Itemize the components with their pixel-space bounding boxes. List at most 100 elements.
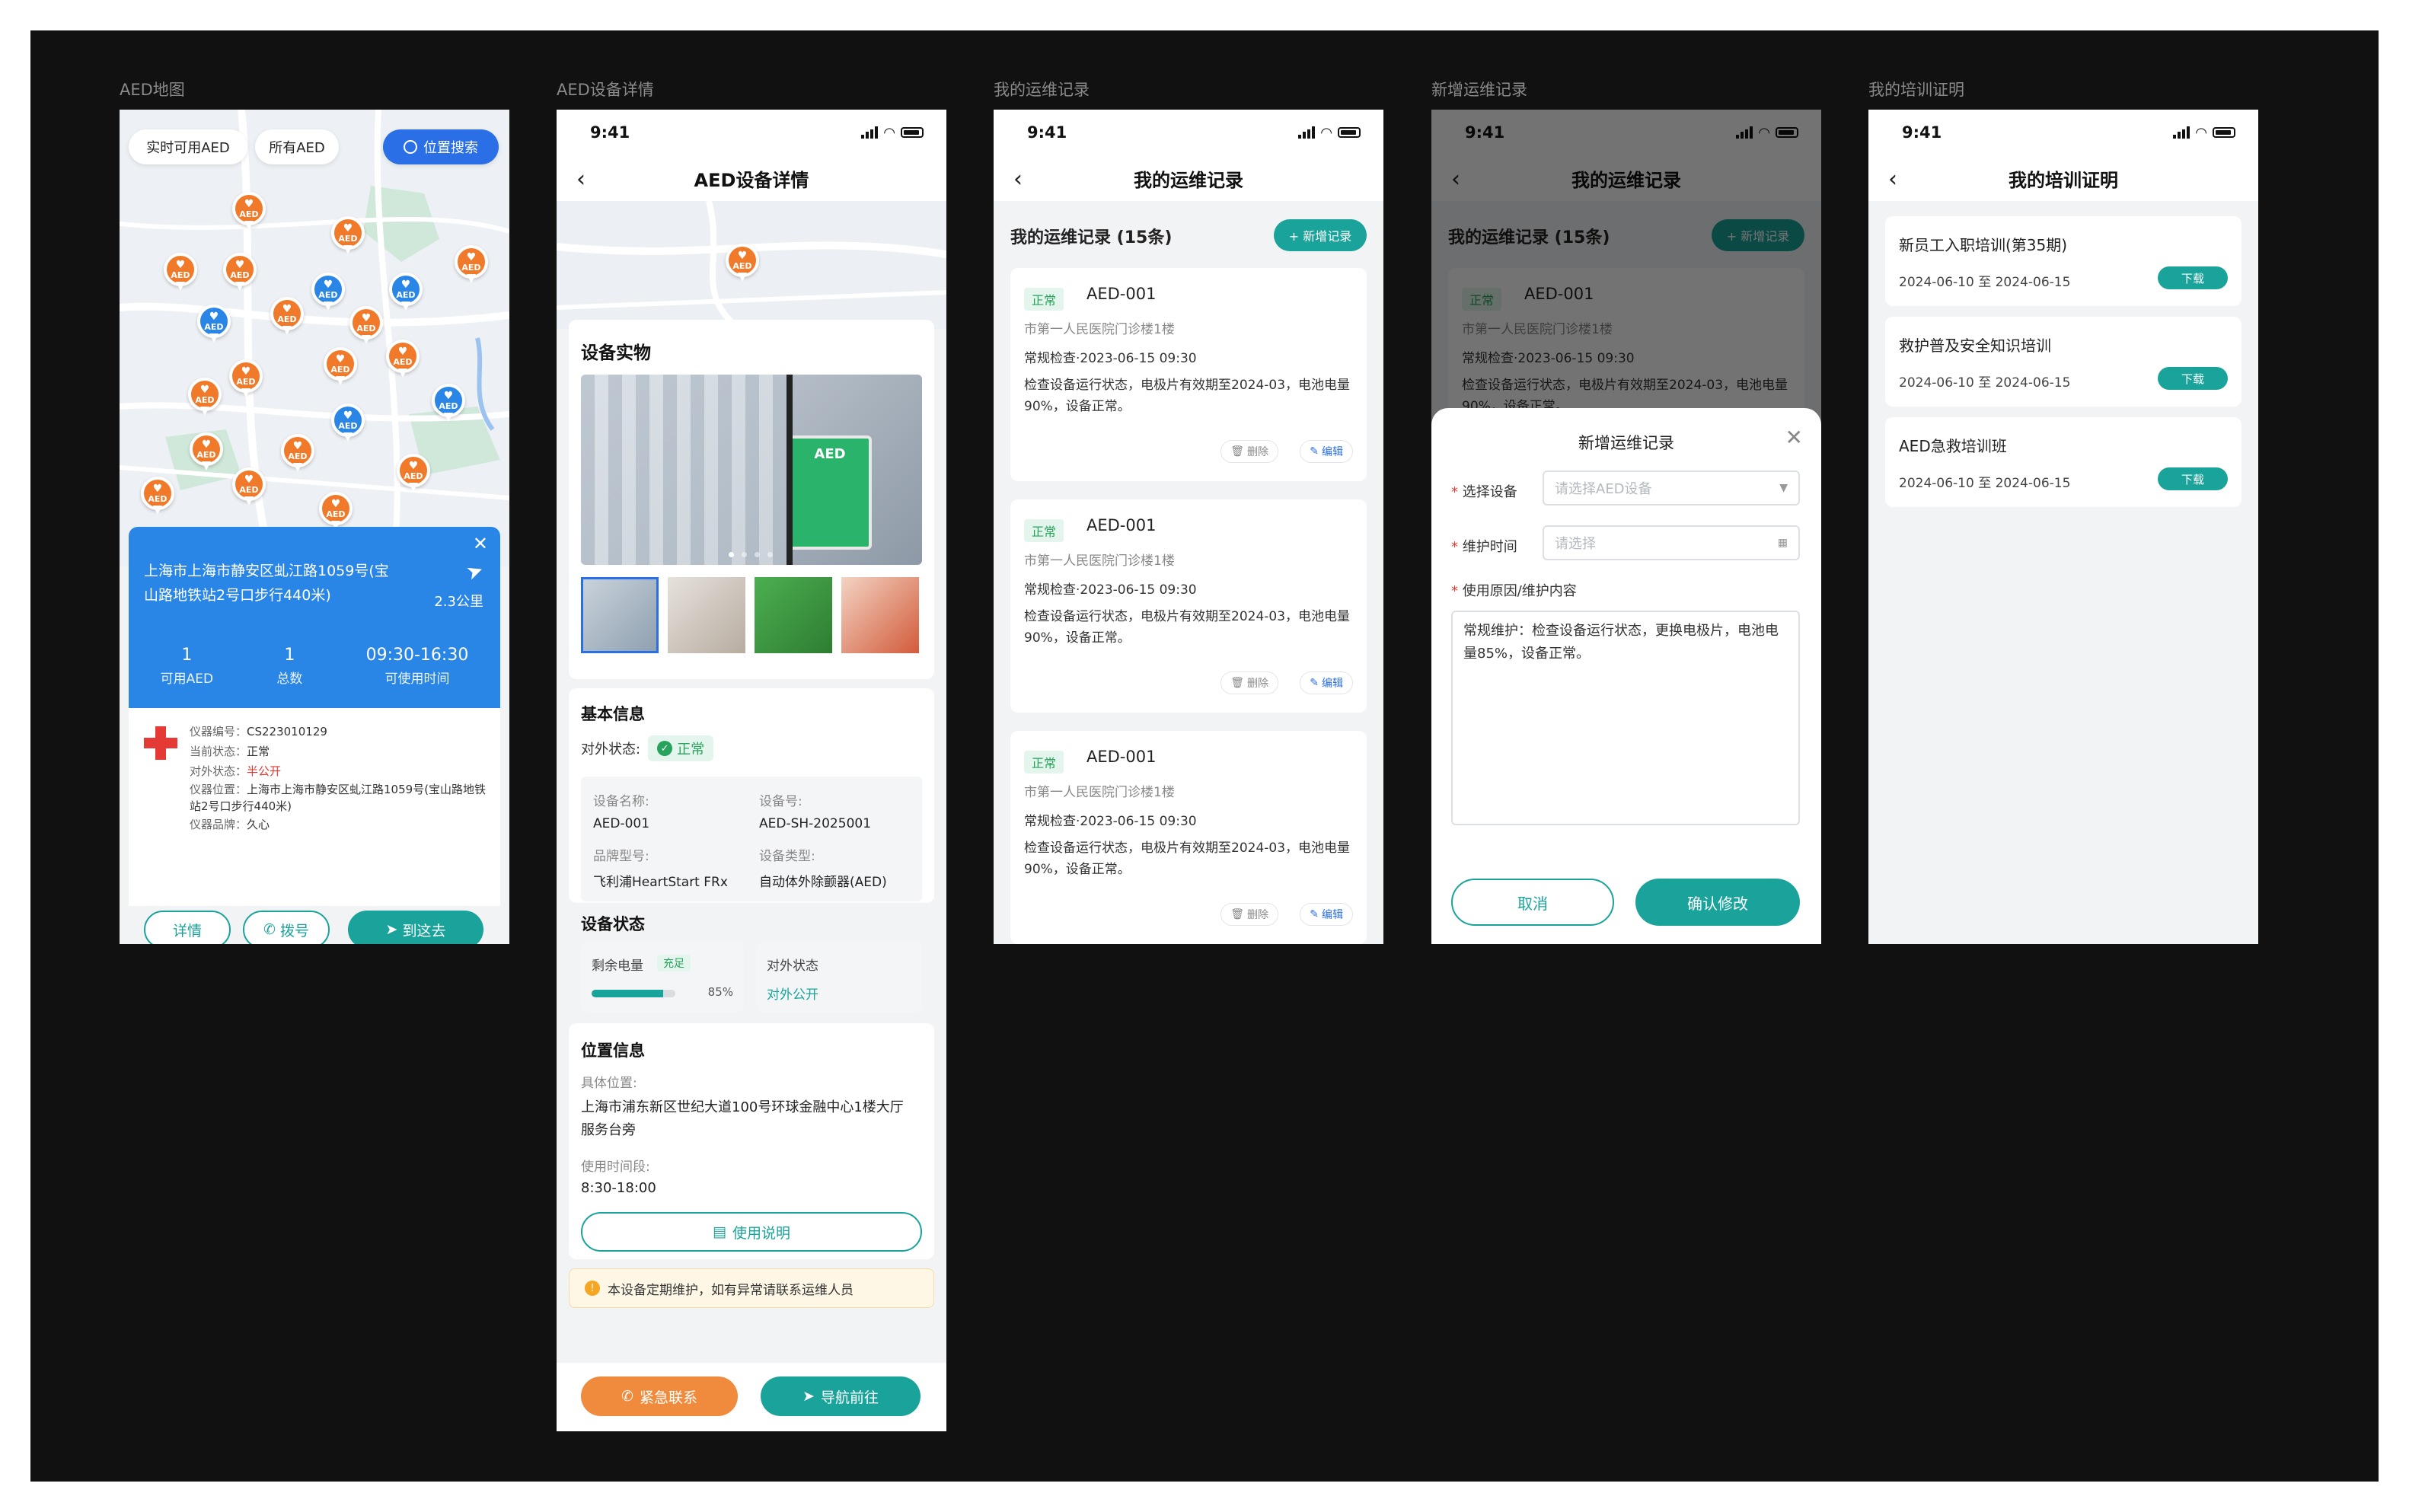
certificate-card: 救护普及安全知识培训 2024-06-10 至 2024-06-15 下载 xyxy=(1885,317,2241,407)
aed-pin[interactable]: ♥ AED xyxy=(139,477,176,521)
thumbnail[interactable] xyxy=(841,577,919,653)
device-fields: 设备名称: AED-001 设备号: AED-SH-2025001 品牌型号: … xyxy=(581,777,922,901)
wifi-icon: ◠ xyxy=(1321,124,1332,141)
aed-pin[interactable]: ♥ AED xyxy=(231,467,267,512)
back-chevron-icon[interactable]: ‹ xyxy=(576,166,585,193)
aed-pin[interactable]: ♥ AED xyxy=(162,253,199,297)
record-desc: 检查设备运行状态，电极片有效期至2024-03，电池电量90%，设备正常。 xyxy=(1024,378,1351,414)
aed-detail-card: 仪器编号：CS223010129 当前状态：正常 对外状态：半公开 仪器位置：上… xyxy=(129,708,500,906)
aed-pin[interactable]: ♥ AED xyxy=(330,216,366,260)
back-chevron-icon[interactable]: ‹ xyxy=(1013,166,1023,193)
certificate-card: 新员工入职培训(第35期) 2024-06-10 至 2024-06-15 下载 xyxy=(1885,216,2241,306)
field-value: 飞利浦HeartStart FRx xyxy=(593,875,728,890)
go-there-button[interactable]: ➤ 到这去 xyxy=(348,911,483,944)
filter-chip-all[interactable]: 所有AED xyxy=(255,129,339,164)
manual-button[interactable]: ▤ 使用说明 xyxy=(581,1212,922,1252)
record-card: 正常 AED-001 市第一人民医院门诊楼1楼 常规检查·2023-06-15 09:… xyxy=(1010,499,1367,713)
edit-label: 编辑 xyxy=(1322,678,1343,690)
delete-button[interactable]: 🗑 删除 xyxy=(1220,903,1278,926)
emergency-contact-button[interactable]: ✆ 紧急联系 xyxy=(581,1376,738,1416)
thumbnail[interactable] xyxy=(581,577,659,653)
thumbnail[interactable] xyxy=(755,577,832,653)
delete-label: 删除 xyxy=(1247,678,1268,690)
wifi-icon: ◠ xyxy=(884,124,895,141)
phone-icon: ✆ xyxy=(263,921,276,938)
stat-total: 1 总数 xyxy=(276,646,303,687)
time-field-label: * 维护时间 xyxy=(1451,539,1517,555)
main-photo[interactable]: AED xyxy=(581,375,922,565)
record-card: 正常 AED-001 市第一人民医院门诊楼1楼 常规检查·2023-06-15 09:… xyxy=(1010,268,1367,481)
edit-icon: ✎ xyxy=(1310,908,1319,920)
aed-pin[interactable]: ♥ AED xyxy=(453,245,490,289)
field-value: AED-001 xyxy=(593,816,650,831)
trash-icon: 🗑 xyxy=(1230,677,1244,689)
edit-button[interactable]: ✎ 编辑 xyxy=(1300,440,1353,463)
edit-button[interactable]: ✎ 编辑 xyxy=(1300,671,1353,694)
filter-chip-available[interactable]: 实时可用AED xyxy=(129,129,247,164)
add-record-button[interactable]: + 新增记录 xyxy=(1274,219,1367,251)
device-status-section: 设备状态 剩余电量 充足 85% 对外状态 对外公开 xyxy=(569,903,934,1014)
close-icon[interactable]: ✕ xyxy=(473,533,488,554)
mini-map[interactable]: ♥ AED xyxy=(557,201,946,329)
aed-pin[interactable]: ♥ AED xyxy=(279,434,316,478)
aed-pin[interactable]: ♥ AED xyxy=(269,297,305,341)
aed-pin[interactable]: ♥ AED xyxy=(395,454,432,498)
location-label: 具体位置: xyxy=(581,1076,637,1091)
close-icon[interactable]: ✕ xyxy=(1785,425,1803,450)
confirm-button[interactable]: 确认修改 xyxy=(1635,879,1800,926)
reason-textarea[interactable]: 常规维护：检查设备运行状态，更换电极片，电池电量85%，设备正常。 xyxy=(1451,611,1800,825)
location-search-label: 位置搜索 xyxy=(423,140,478,156)
phone-map: 实时可用AED 所有AED 位置搜索 ♥ AED ♥ AED ♥ AED ♥ AED ♥… xyxy=(120,110,509,944)
aed-pin[interactable]: ♥ AED xyxy=(231,192,267,236)
aed-pin[interactable]: ♥ AED xyxy=(348,306,384,350)
phone-detail: 9:41 ◠ ‹ AED设备详情 ♥ AED 设备实物 AED 基本信息 对外状… xyxy=(557,110,946,1431)
location-search-button[interactable]: 位置搜索 xyxy=(383,129,499,164)
panel-distance: 2.3公里 xyxy=(434,594,483,610)
record-check: 常规检查·2023-06-15 09:30 xyxy=(1024,582,1197,598)
battery-icon xyxy=(1338,127,1361,138)
cancel-button[interactable]: 取消 xyxy=(1451,879,1614,926)
thumbnail-strip xyxy=(581,577,919,653)
time-picker[interactable]: 请选择 ▦ xyxy=(1543,525,1800,560)
aed-pin[interactable]: ♥ AED xyxy=(384,340,421,384)
edit-button[interactable]: ✎ 编辑 xyxy=(1300,903,1353,926)
download-button[interactable]: 下载 xyxy=(2158,266,2228,289)
records-header: 我的运维记录 (15条) + 新增记录 xyxy=(994,201,1383,268)
aed-pin[interactable]: ♥ AED xyxy=(196,305,232,349)
info-list: 仪器编号：CS223010129 当前状态：正常 对外状态：半公开 仪器位置：上… xyxy=(190,722,494,834)
battery-bar xyxy=(592,990,675,997)
navigate-arrow-icon[interactable]: ➤ xyxy=(464,558,487,585)
dial-button[interactable]: ✆ 拨号 xyxy=(243,911,330,944)
certificate-date: 2024-06-10 至 2024-06-15 xyxy=(1899,275,2071,290)
location-card: 位置信息 具体位置: 上海市浦东新区世纪大道100号环球金融中心1楼大厅服务台旁… xyxy=(569,1023,934,1259)
battery-percent: 85% xyxy=(707,985,733,999)
field-label: 设备类型: xyxy=(759,849,815,864)
delete-button[interactable]: 🗑 删除 xyxy=(1220,440,1278,463)
delete-button[interactable]: 🗑 删除 xyxy=(1220,671,1278,694)
aed-pin[interactable]: ♥ AED xyxy=(310,273,346,317)
record-tag: 正常 xyxy=(1024,519,1064,542)
map-canvas[interactable] xyxy=(120,110,509,566)
aed-pin[interactable]: ♥ AED xyxy=(388,273,424,317)
download-button[interactable]: 下载 xyxy=(2158,467,2228,490)
aed-pin[interactable]: ♥ AED xyxy=(228,359,264,404)
delete-label: 删除 xyxy=(1247,446,1268,458)
aed-pin[interactable]: ♥ AED xyxy=(724,244,761,288)
back-chevron-icon[interactable]: ‹ xyxy=(1888,166,1897,193)
external-status-row: 对外状态: ✓ 正常 xyxy=(581,735,714,761)
aed-pin[interactable]: ♥ AED xyxy=(222,253,258,297)
aed-pin[interactable]: ♥ AED xyxy=(330,404,366,448)
thumbnail[interactable] xyxy=(668,577,745,653)
screen-label-records: 我的运维记录 xyxy=(994,81,1090,99)
aed-pin[interactable]: ♥ AED xyxy=(430,384,467,428)
aed-pin[interactable]: ♥ AED xyxy=(188,432,225,477)
device-select[interactable]: 请选择AED设备 ▼ xyxy=(1543,471,1800,506)
screen-label-map: AED地图 xyxy=(120,81,185,99)
time-label: 使用时间段: xyxy=(581,1160,650,1175)
add-record-modal: 新增运维记录 ✕ * 选择设备 请选择AED设备 ▼ * 维护时间 请选择 ▦ * … xyxy=(1431,408,1821,944)
download-button[interactable]: 下载 xyxy=(2158,367,2228,390)
navigate-button[interactable]: ➤ 导航前往 xyxy=(761,1376,921,1416)
aed-pin[interactable]: ♥ AED xyxy=(187,378,223,422)
aed-pin[interactable]: ♥ AED xyxy=(322,347,359,391)
detail-button[interactable]: 详情 xyxy=(144,911,231,944)
